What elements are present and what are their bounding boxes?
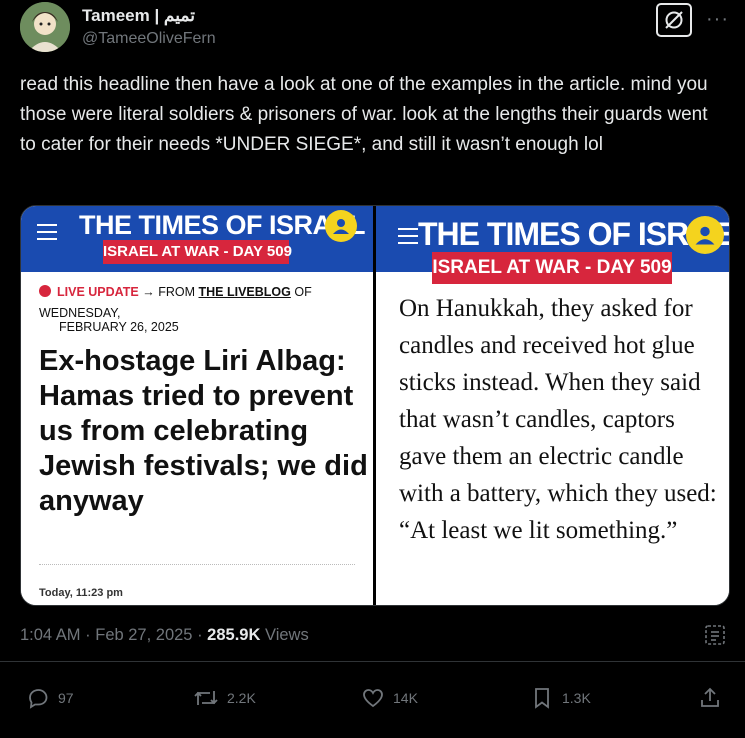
- tweet-text: read this headline then have a look at o…: [20, 74, 708, 155]
- live-update-line: LIVE UPDATE → FROM THE LIVEBLOG OF WEDNE…: [39, 282, 359, 324]
- live-dot-icon: [39, 285, 51, 297]
- heart-icon: [363, 689, 383, 708]
- media-attachment[interactable]: THE TIMES OF ISRAEL ISRAEL AT WAR - DAY …: [20, 205, 730, 606]
- arrow-icon: →: [142, 285, 155, 299]
- meta-dot: ·: [197, 626, 203, 644]
- user-icon: [686, 216, 724, 254]
- war-day-tag: ISRAEL AT WAR - DAY 509: [103, 240, 292, 264]
- from-text: FROM: [158, 285, 196, 299]
- divider: [39, 564, 355, 565]
- meta-dot: ·: [85, 626, 91, 644]
- article-date: FEBRUARY 26, 2025: [59, 320, 179, 334]
- live-label: LIVE UPDATE: [57, 285, 139, 299]
- like-button[interactable]: 14K: [361, 686, 418, 710]
- article-timestamp: Today, 11:23 pm: [39, 587, 123, 599]
- masthead: THE TIMES OF ISRAEL: [79, 210, 366, 240]
- grok-icon[interactable]: [656, 3, 692, 37]
- hamburger-icon: [398, 228, 418, 249]
- left-panel-header: THE TIMES OF ISRAEL ISRAEL AT WAR - DAY …: [21, 206, 373, 272]
- reply-button[interactable]: 97: [26, 686, 74, 710]
- of-text: OF: [294, 285, 312, 299]
- liveblog-link: THE LIVEBLOG: [198, 285, 291, 299]
- tweet-meta: 1:04 AM · Feb 27, 2025 · 285.9K Views: [20, 626, 309, 645]
- tweet-time[interactable]: 1:04 AM: [20, 626, 81, 644]
- article-excerpt: On Hanukkah, they asked for candles and …: [399, 295, 717, 544]
- masthead: THE TIMES OF ISRAE: [418, 216, 730, 252]
- article-headline: Ex-hostage Liri Albag: Hamas tried to pr…: [39, 345, 368, 517]
- like-count: 14K: [393, 690, 418, 706]
- views-count: 285.9K: [207, 626, 261, 644]
- analytics-icon[interactable]: [704, 624, 726, 651]
- bookmark-icon: [535, 688, 549, 709]
- weekday: WEDNESDAY,: [39, 306, 121, 320]
- share-button[interactable]: [698, 686, 730, 710]
- tweet-date[interactable]: Feb 27, 2025: [95, 626, 192, 644]
- user-handle[interactable]: @TameeOliveFern: [82, 30, 216, 48]
- more-options-icon[interactable]: ···: [706, 8, 729, 31]
- user-icon: [325, 210, 357, 242]
- war-day-tag: ISRAEL AT WAR - DAY 509: [432, 252, 672, 284]
- reply-icon: [29, 689, 48, 709]
- repost-count: 2.2K: [227, 690, 256, 706]
- divider: [0, 661, 745, 662]
- bookmark-button[interactable]: 1.3K: [530, 686, 591, 710]
- share-icon: [701, 687, 719, 707]
- hamburger-icon: [37, 224, 57, 245]
- repost-icon: [194, 691, 218, 705]
- repost-button[interactable]: 2.2K: [193, 686, 256, 710]
- avatar[interactable]: [20, 2, 70, 52]
- bookmark-count: 1.3K: [562, 690, 591, 706]
- reply-count: 97: [58, 690, 74, 706]
- views-label: Views: [264, 626, 309, 644]
- display-name[interactable]: Tameem | تميم: [82, 6, 195, 26]
